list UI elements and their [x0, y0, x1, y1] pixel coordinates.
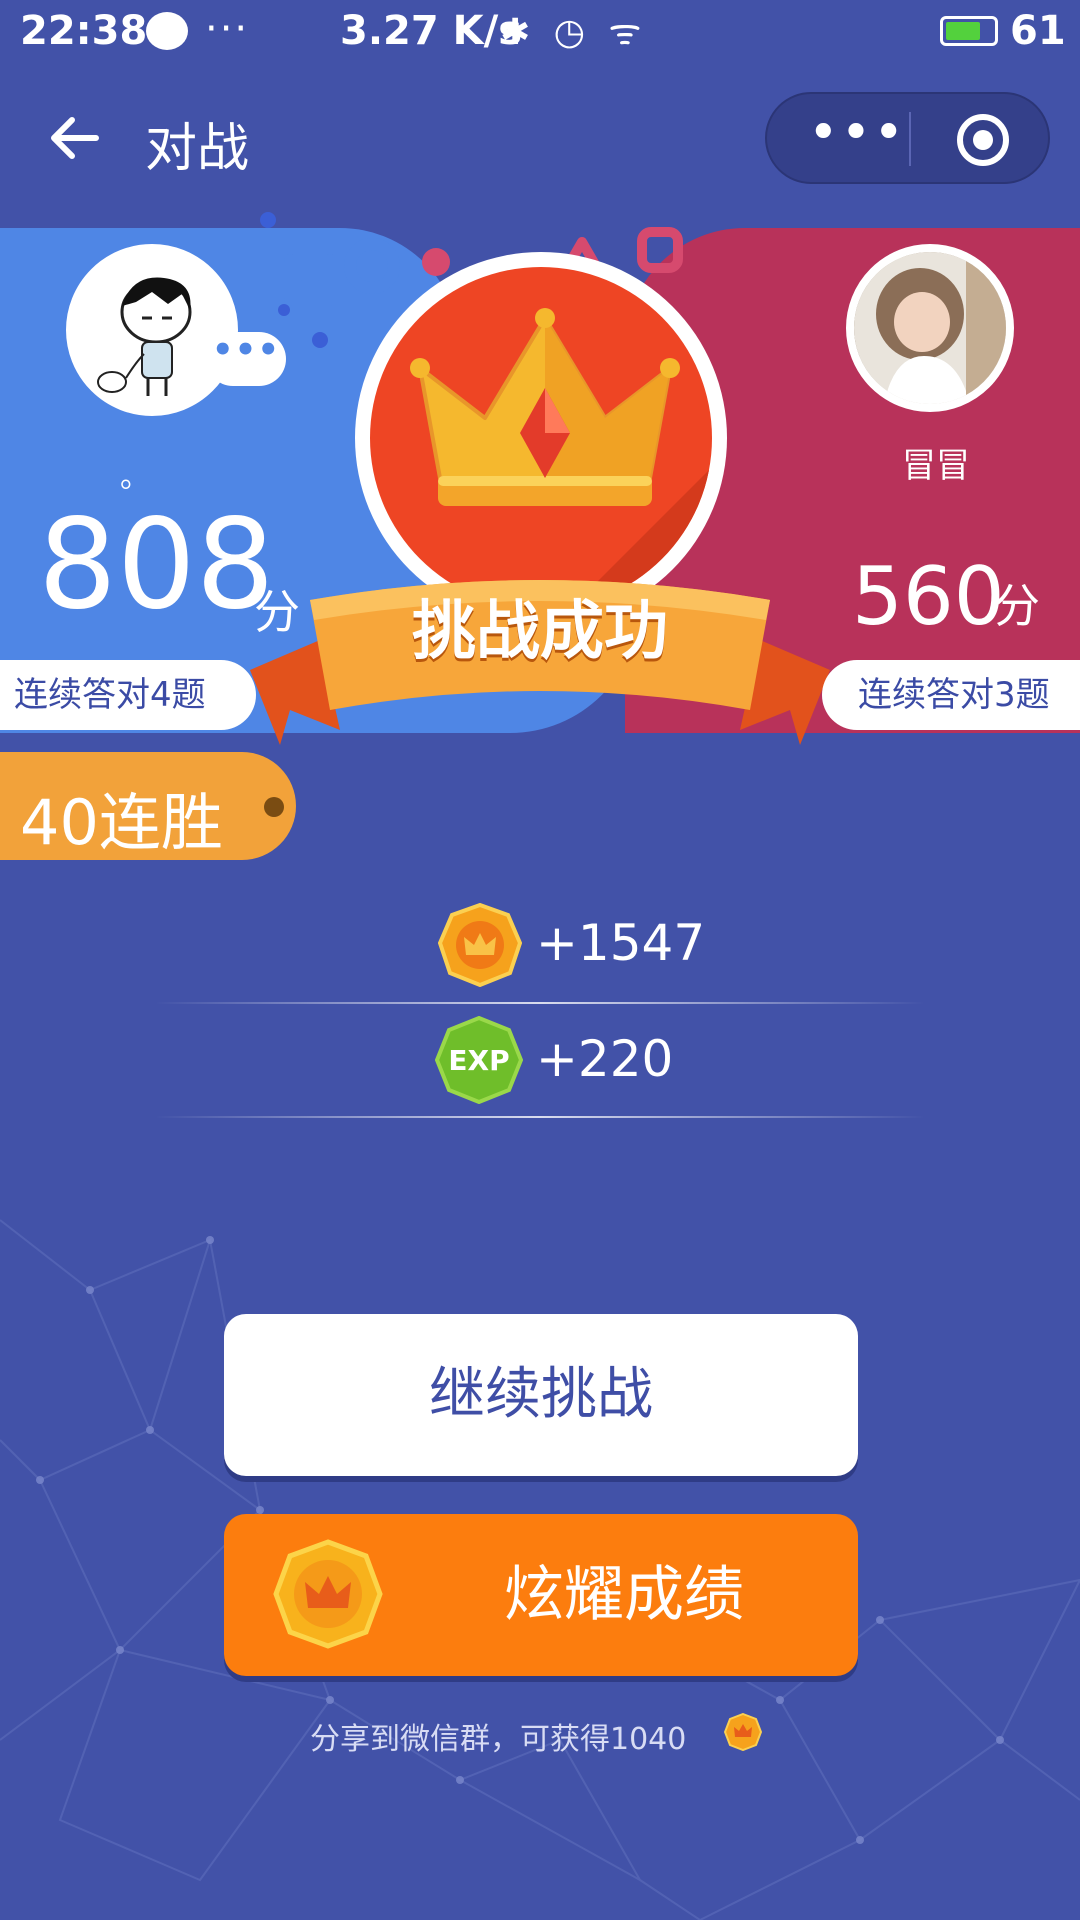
exp-reward-value: +220: [536, 1030, 674, 1088]
status-time: 22:38: [20, 8, 148, 54]
coin-reward-value: +1547: [536, 914, 706, 972]
battery-level: 61: [1010, 8, 1066, 54]
capsule-divider: [909, 112, 911, 166]
exp-icon: EXP: [435, 1016, 523, 1104]
battery-icon: [940, 16, 998, 46]
network-speed: 3.27 K/s: [340, 8, 523, 54]
reward-divider: [155, 1002, 925, 1004]
reward-divider: [155, 1116, 925, 1118]
show-off-button[interactable]: 炫耀成绩: [224, 1514, 858, 1676]
left-player-name: 。: [120, 460, 150, 495]
more-options-button[interactable]: •••: [807, 107, 907, 166]
crown-icon: [410, 308, 680, 506]
page-title: 对战: [145, 119, 250, 179]
chat-dots: •••: [211, 330, 281, 370]
coin-icon: [438, 903, 522, 987]
close-target-icon[interactable]: [957, 114, 1009, 166]
show-off-label: 炫耀成绩: [504, 1560, 744, 1630]
back-arrow-icon[interactable]: [48, 112, 100, 164]
share-hint: 分享到微信群，可获得1040: [310, 1722, 687, 1757]
crown-coin-icon: [273, 1539, 383, 1649]
win-streak-label: 40连胜: [20, 786, 223, 859]
status-icons: ✱ ◷ ᯤ: [500, 12, 648, 53]
right-player-name: 冒冒: [902, 446, 970, 486]
right-player-avatar: [846, 244, 1014, 412]
right-player-streak: 连续答对3题: [822, 660, 1080, 730]
exp-badge-text: EXP: [448, 1044, 509, 1077]
wechat-icon: [146, 12, 188, 50]
result-title: 挑战成功: [412, 595, 668, 669]
left-player-streak: 连续答对4题: [0, 660, 256, 730]
right-player-score-unit: 分: [994, 579, 1040, 633]
tag-hole: [264, 797, 284, 817]
more-notifications-icon: ···: [205, 6, 250, 52]
chat-bubble-icon: •••: [206, 330, 286, 386]
coin-icon: [724, 1713, 762, 1751]
battery-fill: [946, 22, 980, 40]
mini-program-capsule: •••: [765, 92, 1050, 184]
right-player-score: 560: [852, 550, 1005, 643]
left-player-score: 808: [38, 493, 275, 637]
status-bar: 22:38 ··· 3.27 K/s ✱ ◷ ᯤ 61: [0, 0, 1080, 66]
continue-challenge-button[interactable]: 继续挑战: [224, 1314, 858, 1476]
